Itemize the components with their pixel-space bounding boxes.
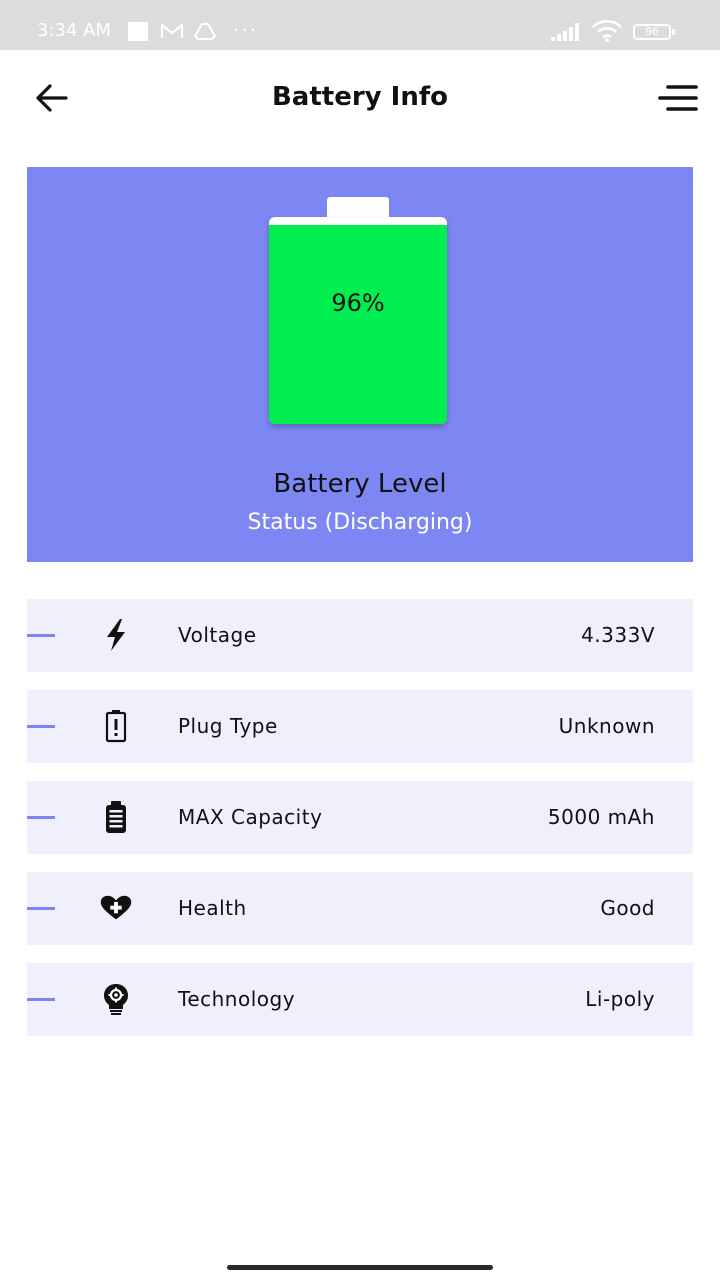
app-bar: Battery Info [0, 50, 720, 146]
battery-graphic: 96% [269, 217, 447, 424]
battery-percentage: 96% [331, 289, 385, 317]
row-label: MAX Capacity [178, 805, 323, 829]
row-accent-dash [27, 725, 55, 728]
home-indicator[interactable] [227, 1265, 493, 1270]
lightbulb-gear-icon [100, 981, 132, 1017]
battery-cap [327, 197, 389, 219]
row-value: Unknown [558, 714, 655, 738]
battery-icon: 96 [633, 24, 675, 40]
plug-alert-icon [100, 708, 132, 744]
battery-details-list: Voltage 4.333V Plug Type Unknown MAX Cap… [27, 599, 693, 1054]
gmail-icon [160, 22, 184, 44]
lightning-bolt-icon [100, 617, 132, 653]
row-value: 5000 mAh [547, 805, 655, 829]
info-row-plug-type: Plug Type Unknown [27, 690, 693, 763]
notification-square-icon [128, 22, 148, 41]
row-value: 4.333V [581, 623, 655, 647]
info-row-voltage: Voltage 4.333V [27, 599, 693, 672]
row-label: Health [178, 896, 247, 920]
wifi-icon [591, 20, 623, 46]
info-row-health: Health Good [27, 872, 693, 945]
battery-capacity-icon [100, 799, 132, 835]
menu-button[interactable] [654, 78, 700, 118]
signal-icon [551, 22, 585, 46]
battery-status: Status (Discharging) [247, 510, 473, 535]
status-time: 3:34 AM [37, 20, 111, 41]
heart-plus-icon [100, 890, 132, 926]
more-dots-icon: ··· [233, 18, 259, 42]
page-title: Battery Info [271, 82, 449, 112]
row-label: Voltage [178, 623, 257, 647]
row-value: Li-poly [585, 987, 655, 1011]
row-accent-dash [27, 634, 55, 637]
info-row-max-capacity: MAX Capacity 5000 mAh [27, 781, 693, 854]
status-bar: 3:34 AM ··· 96 [0, 0, 720, 50]
row-accent-dash [27, 816, 55, 819]
battery-level-label: Battery Level [273, 469, 447, 499]
drive-icon [193, 22, 217, 44]
row-label: Technology [178, 987, 296, 1011]
info-row-technology: Technology Li-poly [27, 963, 693, 1036]
row-label: Plug Type [178, 714, 278, 738]
row-accent-dash [27, 907, 55, 910]
battery-level-card: 96% Battery Level Status (Discharging) [27, 167, 693, 562]
hamburger-menu-icon [658, 85, 698, 111]
row-accent-dash [27, 998, 55, 1001]
battery-fill [269, 225, 447, 424]
row-value: Good [600, 896, 655, 920]
